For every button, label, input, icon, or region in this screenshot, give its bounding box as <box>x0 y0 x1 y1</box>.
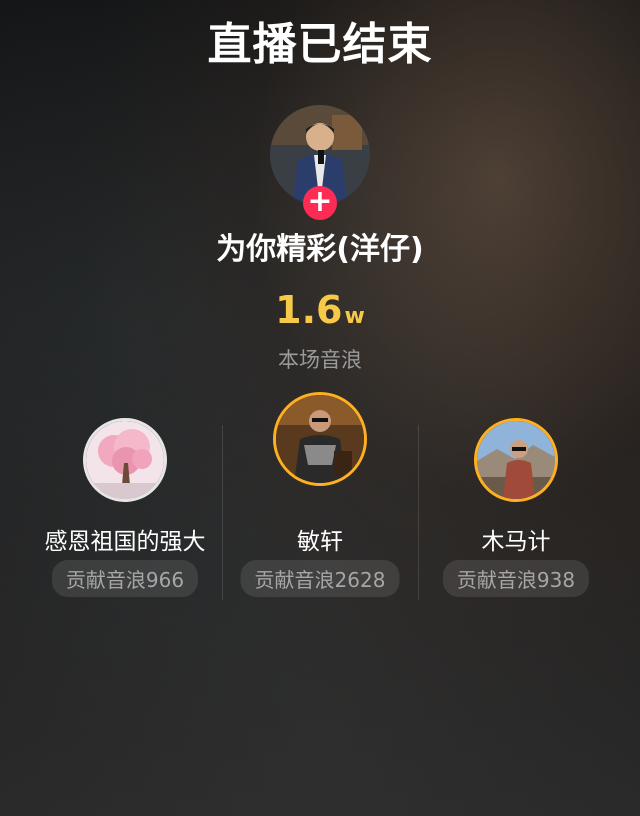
page-title: 直播已结束 <box>207 19 433 70</box>
total-sound-waves: 1.6w <box>0 288 640 332</box>
host-name: 为你精彩(洋仔) <box>216 232 424 267</box>
contributor-avatar[interactable] <box>273 392 367 486</box>
contributor-card[interactable]: 感恩祖国的强大 贡献音浪966 <box>20 390 230 597</box>
contributor-avatar[interactable] <box>474 418 558 502</box>
contributor-name: 木马计 <box>481 529 551 555</box>
contribution-badge: 贡献音浪2628 <box>240 560 400 597</box>
contributor-avatar[interactable] <box>83 418 167 502</box>
contributor-name: 敏轩 <box>297 529 343 555</box>
contributor-name: 感恩祖国的强大 <box>44 529 206 555</box>
contribution-badge: 贡献音浪966 <box>51 560 199 597</box>
contribution-badge: 贡献音浪938 <box>442 560 590 597</box>
total-value: 1.6 <box>275 288 343 332</box>
total-label: 本场音浪 <box>278 348 362 372</box>
total-unit: w <box>344 304 365 329</box>
follow-button[interactable]: + <box>303 186 337 220</box>
contributor-card[interactable]: 敏轩 贡献音浪2628 <box>215 390 425 597</box>
contributor-card[interactable]: 木马计 贡献音浪938 <box>411 390 621 597</box>
